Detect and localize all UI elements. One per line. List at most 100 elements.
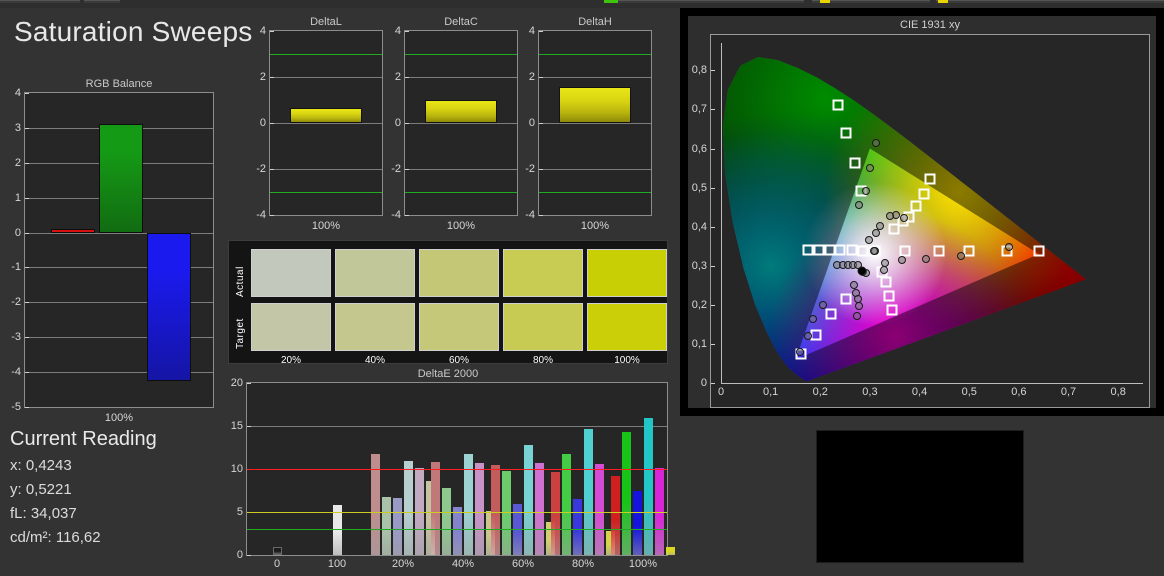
swatch-comparison-panel: ActualTarget20%40%60%80%100% <box>228 240 668 364</box>
deltae-bar-60%-magenta <box>535 463 544 555</box>
rgb-balance-y-tick: 0 <box>15 227 25 239</box>
current-reading-panel: Current Reading x: 0,4243 y: 0,5221 fL: … <box>10 428 225 553</box>
deltae-bar-20%-blue <box>393 498 402 555</box>
cie-measured-point <box>872 229 880 237</box>
rgb-balance-chart: RGB Balance 43210-1-2-3-4-5 100% <box>24 78 214 408</box>
deltah-y-tick: 2 <box>529 71 539 83</box>
cie-x-tick: 0,7 <box>1061 383 1076 398</box>
deltac-plot-area: 420-2-4 <box>404 30 518 216</box>
deltae-y-tick: 20 <box>231 377 247 389</box>
swatch-actual-80% <box>503 249 583 297</box>
deltae-bar-80%-cyan <box>584 429 593 555</box>
cie-measured-point <box>900 214 908 222</box>
page-title: Saturation Sweeps <box>14 16 252 48</box>
deltal-y-tick: -4 <box>256 209 270 221</box>
deltah-gridline <box>539 77 651 78</box>
deltah-limit-line <box>539 54 651 55</box>
deltal-y-tick: 4 <box>260 25 270 37</box>
cie-measured-point <box>957 252 965 260</box>
swatch-actual-40% <box>335 249 415 297</box>
deltal-y-tick: 0 <box>260 117 270 129</box>
deltac-limit-line <box>405 192 517 193</box>
cie-target-point <box>846 245 857 256</box>
deltac-bar <box>425 100 497 123</box>
cie-measured-point <box>880 266 888 274</box>
cie-target-point <box>924 173 935 184</box>
cie-measured-point <box>922 255 930 263</box>
deltae-gridline <box>247 426 667 427</box>
deltae-limit-line-3 <box>247 529 667 530</box>
cie-target-point <box>811 330 822 341</box>
cie-x-tick: 0,1 <box>763 383 778 398</box>
swatch-target-100% <box>587 303 667 351</box>
deltah-y-tick: -2 <box>525 163 539 175</box>
cie-target-point <box>918 188 929 199</box>
deltal-chart: DeltaL 420-2-4 100% <box>269 16 383 231</box>
deltae-bar-100%-red <box>611 476 620 555</box>
deltae-y-tick: 0 <box>237 549 247 561</box>
deltae2000-title: DeltaE 2000 <box>228 368 668 380</box>
deltae-x-tick-20%: 20% <box>392 555 414 570</box>
rgb-balance-plot-area: 43210-1-2-3-4-5 <box>24 92 214 408</box>
deltah-title: DeltaH <box>538 16 652 28</box>
cie-x-tick: 0,8 <box>1111 383 1126 398</box>
deltal-bar <box>290 108 362 123</box>
cie-measured-point <box>855 302 863 310</box>
rgb-balance-y-tick: 3 <box>15 122 25 134</box>
rgb-balance-bar-red <box>51 229 95 232</box>
rgb-balance-y-tick: -3 <box>11 331 25 343</box>
cie-target-point <box>826 308 837 319</box>
deltae-x-tick-60%: 60% <box>512 555 534 570</box>
deltae-bar-40%-magenta <box>475 463 484 555</box>
swatch-target-80% <box>503 303 583 351</box>
rgb-balance-y-tick: 2 <box>15 157 25 169</box>
deltae-bar-80%-blue <box>573 499 582 555</box>
deltal-x-label: 100% <box>269 220 383 232</box>
deltae-bar-40%-green <box>442 488 451 555</box>
swatch-x-label-80%: 80% <box>503 355 583 366</box>
cie-x-tick: 0,2 <box>813 383 828 398</box>
cie1931-plot-area: 00,10,20,30,40,50,60,70,800,10,20,30,40,… <box>710 34 1150 408</box>
deltac-limit-line <box>405 54 517 55</box>
cie-target-point <box>899 245 910 256</box>
cie-measured-point <box>819 301 827 309</box>
deltae-bar-0-black <box>273 547 282 555</box>
cie-measured-point <box>804 332 812 340</box>
toolbar-yellow-indicator-1 <box>820 0 830 3</box>
deltal-gridline <box>270 123 382 124</box>
deltac-chart: DeltaC 420-2-4 100% <box>404 16 518 231</box>
rgb-balance-y-tick: -1 <box>11 261 25 273</box>
swatch-actual-100% <box>587 249 667 297</box>
deltae-x-tick-100: 100 <box>328 555 346 570</box>
swatch-x-label-60%: 60% <box>419 355 499 366</box>
cie-measured-point <box>853 312 861 320</box>
cie-y-tick: 0,7 <box>692 103 711 115</box>
cie1931-chart: CIE 1931 xy 00,10,20,30,40,50,60,70,800,… <box>710 34 1150 408</box>
deltae-x-tick-0: 0 <box>274 555 280 570</box>
deltae-bar-40%-blue <box>453 507 462 555</box>
cie-measured-point <box>870 247 878 255</box>
cie-x-tick: 0,5 <box>962 383 977 398</box>
reading-y: y: 0,5221 <box>10 481 225 498</box>
black-preview-panel <box>816 430 1024 563</box>
deltal-gridline <box>270 77 382 78</box>
deltae-bar-60%-cyan <box>524 445 533 555</box>
cie-target-point <box>883 291 894 302</box>
cie-target-point <box>814 245 825 256</box>
cie-y-tick: 0,8 <box>692 64 711 76</box>
deltae2000-chart: DeltaE 2000 20151050010020%40%60%80%100% <box>228 368 668 576</box>
deltah-x-label: 100% <box>538 220 652 232</box>
cie-target-point <box>857 245 868 256</box>
rgb-balance-bar-blue <box>147 233 191 381</box>
deltae-y-tick: 15 <box>231 420 247 432</box>
reading-cdm2: cd/m²: 116,62 <box>10 529 225 546</box>
saturation-sweeps-window: Saturation Sweeps RGB Balance 43210-1-2-… <box>0 0 1164 576</box>
deltae-bar-100%-yellow <box>666 547 675 555</box>
cie-target-point <box>880 277 891 288</box>
deltae-bar-100%-cyan <box>644 418 653 555</box>
rgb-balance-y-tick: -5 <box>11 401 25 413</box>
deltae-y-tick: 5 <box>237 506 247 518</box>
cie-x-tick: 0,6 <box>1011 383 1026 398</box>
cie-target-point <box>849 157 860 168</box>
swatch-target-20% <box>251 303 331 351</box>
